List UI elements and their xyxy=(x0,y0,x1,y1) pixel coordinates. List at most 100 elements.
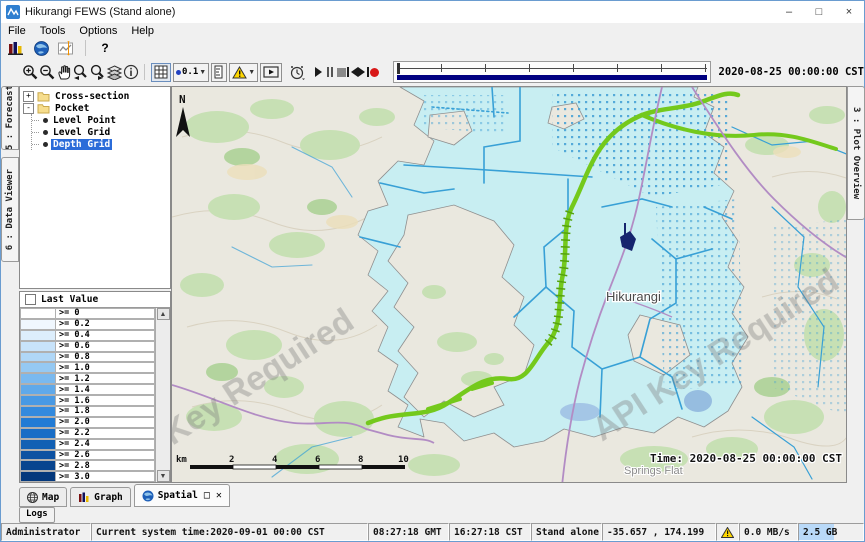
timeseries-dialog-button[interactable] xyxy=(55,39,77,58)
legend-row: >= 1.8 xyxy=(20,406,155,417)
layers-icon xyxy=(106,65,123,80)
selected-tree-item: Depth Grid xyxy=(51,139,112,150)
grid-icon xyxy=(154,65,168,79)
zoom-next-button[interactable] xyxy=(89,62,106,83)
animate-button[interactable] xyxy=(260,63,282,82)
legend-swatch xyxy=(20,428,56,439)
status-local-time: 16:27:18 CST xyxy=(449,523,531,541)
globe-icon xyxy=(27,492,38,503)
tree-item-depth-grid[interactable]: Depth Grid xyxy=(32,138,170,150)
zoom-previous-button[interactable] xyxy=(72,62,89,83)
expander-icon[interactable]: - xyxy=(23,103,34,114)
tree-item-cross-section[interactable]: + Cross-section xyxy=(23,90,170,102)
zoom-out-button[interactable] xyxy=(39,62,56,83)
scroll-up-icon[interactable]: ▲ xyxy=(157,308,170,320)
legend-swatch xyxy=(20,352,56,363)
tab-data-viewer[interactable]: 6 : Data Viewer xyxy=(1,157,19,262)
set-time-button[interactable] xyxy=(289,62,305,83)
legend-scrollbar[interactable]: ▲ ▼ xyxy=(155,308,170,482)
menu-help[interactable]: Help xyxy=(124,25,161,37)
main-area: 5 : Forecast 6 : Data Viewer + Cross-sec… xyxy=(1,86,864,483)
status-gmt-time: 08:27:18 GMT xyxy=(368,523,449,541)
scale-ruler-button[interactable] xyxy=(211,63,227,82)
ruler-icon xyxy=(214,65,224,79)
zoom-previous-icon xyxy=(72,64,89,81)
grid-toggle-button[interactable] xyxy=(151,63,171,82)
skip-end-button[interactable] xyxy=(358,62,369,82)
globe-icon xyxy=(142,490,154,502)
stop-button[interactable] xyxy=(336,62,347,82)
tab-spatial[interactable]: Spatial □ ✕ xyxy=(134,484,230,507)
timeline-slider[interactable] xyxy=(393,61,711,83)
legend-swatch xyxy=(20,406,56,417)
timeline-range-bar xyxy=(397,75,707,80)
expander-icon[interactable]: + xyxy=(23,91,34,102)
toolbar-separator xyxy=(85,40,86,56)
menu-tools[interactable]: Tools xyxy=(33,25,73,37)
info-icon xyxy=(123,64,139,80)
legend-row: >= 2.0 xyxy=(20,417,155,428)
legend-swatch xyxy=(20,450,56,461)
pan-button[interactable] xyxy=(56,62,72,83)
status-coordinates: -35.657 , 174.199 xyxy=(602,523,716,541)
interval-dropdown[interactable]: 0.1 ▼ xyxy=(173,63,209,82)
legend-row: >= 0 xyxy=(20,308,155,319)
minimize-button[interactable]: – xyxy=(774,1,804,23)
explorer-button[interactable] xyxy=(5,39,27,58)
zoom-in-icon xyxy=(22,64,39,81)
timeline-handle[interactable] xyxy=(397,63,400,74)
legend-panel: Last Value >= 0 >= 0.2 >= 0.4 >= 0.6 >= … xyxy=(19,291,171,483)
layers-button[interactable] xyxy=(106,62,123,83)
status-warning[interactable] xyxy=(716,523,739,541)
tab-forecast[interactable]: 5 : Forecast xyxy=(1,86,19,150)
tab-plot-overview[interactable]: 3 : Plot Overview xyxy=(847,86,865,220)
tab-graph[interactable]: Graph xyxy=(70,487,131,507)
maximize-button[interactable]: □ xyxy=(804,1,834,23)
tab-map[interactable]: Map xyxy=(19,487,67,507)
status-user: Administrator xyxy=(1,523,91,541)
help-button[interactable]: ? xyxy=(94,39,116,58)
menu-file[interactable]: File xyxy=(1,25,33,37)
bullet-icon xyxy=(43,130,48,135)
play-button[interactable] xyxy=(313,62,324,82)
tree-item-level-point[interactable]: Level Point xyxy=(32,114,170,126)
svg-text:km: km xyxy=(176,455,187,465)
tab-maximize-icon[interactable]: □ xyxy=(204,490,210,501)
svg-text:8: 8 xyxy=(358,455,363,465)
zoom-in-button[interactable] xyxy=(22,62,39,83)
bar-chart-icon xyxy=(78,492,90,503)
warning-triangle-icon xyxy=(721,527,734,538)
svg-text:10: 10 xyxy=(398,455,409,465)
legend-swatch xyxy=(20,471,56,482)
skip-start-button[interactable] xyxy=(347,62,358,82)
legend-row: >= 1.6 xyxy=(20,395,155,406)
stop-icon xyxy=(337,68,346,77)
folder-icon xyxy=(37,103,50,114)
skip-end-icon xyxy=(358,67,365,77)
thresholds-dropdown[interactable]: ▼ xyxy=(229,63,258,82)
zoom-out-icon xyxy=(39,64,56,81)
tab-close-icon[interactable]: ✕ xyxy=(216,490,222,501)
pause-button[interactable] xyxy=(324,62,335,82)
info-button[interactable] xyxy=(123,62,139,83)
record-button[interactable] xyxy=(369,62,380,82)
timeline-datetime: 2020-08-25 00:00:00 CST xyxy=(719,66,864,78)
last-value-checkbox[interactable] xyxy=(25,294,36,305)
menu-options[interactable]: Options xyxy=(72,25,124,37)
tree-item-level-grid[interactable]: Level Grid xyxy=(32,126,170,138)
interval-value: 0.1 xyxy=(182,67,198,77)
map-display-button[interactable] xyxy=(30,39,52,58)
map-view[interactable]: API Key Required API Key Required Hikura… xyxy=(171,86,847,483)
chevron-down-icon: ▼ xyxy=(199,69,206,76)
logs-button[interactable]: Logs xyxy=(19,507,55,523)
svg-text:6: 6 xyxy=(315,455,320,465)
globe-icon xyxy=(34,41,49,56)
toolbar-separator xyxy=(144,64,145,80)
status-bar: Administrator Current system time:2020-0… xyxy=(1,523,864,541)
scroll-down-icon[interactable]: ▼ xyxy=(157,470,170,482)
clock-icon xyxy=(289,64,305,80)
tree-item-pocket[interactable]: - Pocket xyxy=(23,102,170,114)
explorer-icon xyxy=(8,41,24,55)
status-mode: Stand alone xyxy=(531,523,602,541)
close-button[interactable]: × xyxy=(834,1,864,23)
